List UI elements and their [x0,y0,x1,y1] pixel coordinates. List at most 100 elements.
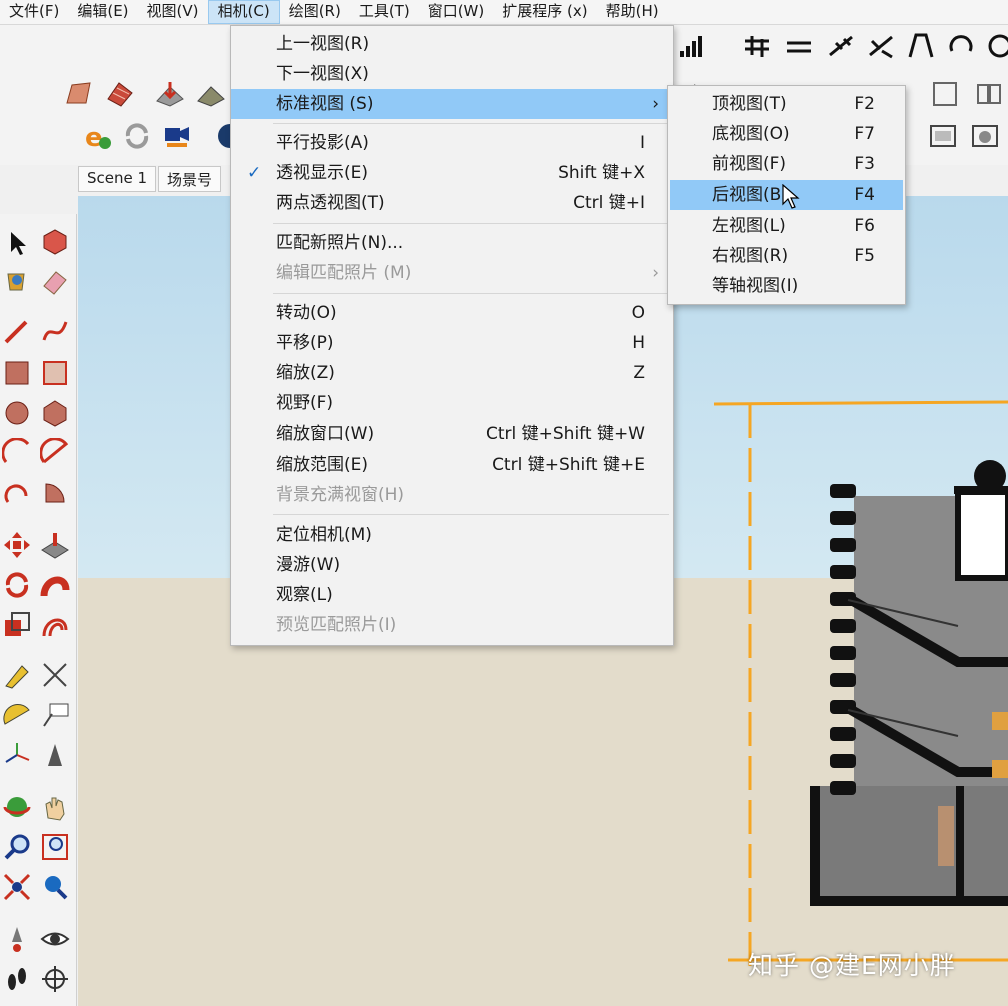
menu-bar: 文件(F) 编辑(E) 视图(V) 相机(C) 绘图(R) 工具(T) 窗口(W… [0,0,1008,25]
menu-edit[interactable]: 编辑(E) [68,0,137,24]
move-icon[interactable] [2,530,32,560]
plugin-tool-5-icon[interactable] [906,31,936,61]
menu-view[interactable]: 视图(V) [138,0,208,24]
menu-camera[interactable]: 相机(C) [207,0,280,24]
menu-item-match-new-photo[interactable]: 匹配新照片(N)... [231,228,673,258]
menu-tools[interactable]: 工具(T) [350,0,419,24]
menu-item-edit-matched-photo: 编辑匹配照片 (M) › [231,258,673,288]
circle-icon[interactable] [2,398,32,428]
menu-item-front-view[interactable]: 前视图(F) F3 [668,149,905,179]
zoom-magnifier-icon[interactable] [2,832,32,862]
plugin-row2-3-icon[interactable] [930,79,960,109]
sandbox-smoove-icon[interactable] [155,79,185,109]
edit-in-web-icon[interactable]: e [82,121,112,153]
offset-icon[interactable] [40,610,70,640]
zoom-window-icon[interactable] [40,832,70,862]
menu-item-top-view[interactable]: 顶视图(T) F2 [668,89,905,119]
three-point-arc-icon[interactable] [2,478,32,508]
push-pull-icon[interactable] [40,530,70,560]
plugin-tool-6-icon[interactable] [946,31,976,61]
menu-draw[interactable]: 绘图(R) [280,0,350,24]
3d-text-icon[interactable] [40,740,70,770]
orbit-icon[interactable] [2,792,32,822]
pie-icon[interactable] [40,478,70,508]
menu-item-preview-matched-photo: 预览匹配照片(I) [276,615,397,635]
submenu-arrow-icon: › [652,94,659,114]
section-display-icon[interactable] [928,121,958,151]
camera-menu: 上一视图(R) 下一视图(X) 标准视图 (S) › 平行投影(A) I ✓ 透… [230,25,674,646]
text-label-icon[interactable] [40,700,70,730]
menu-item-zoom[interactable]: 缩放(Z) Z [231,358,673,388]
menu-item-field-of-view[interactable]: 视野(F) [231,388,673,418]
video-camera-icon[interactable] [162,121,192,151]
checkmark-icon: ✓ [247,163,262,183]
section-plane-icon[interactable] [40,964,70,994]
sandbox-scratch-icon[interactable] [105,79,135,109]
freehand-icon[interactable] [40,316,70,346]
two-point-arc-icon[interactable] [39,437,70,468]
menu-item-iso-view[interactable]: 等轴视图(I) [668,271,905,301]
submenu-arrow-icon: › [652,263,659,283]
menu-item-zoom-extents[interactable]: 缩放范围(E) Ctrl 键+Shift 键+E [231,450,673,480]
menu-file[interactable]: 文件(F) [0,0,68,24]
rectangle-icon[interactable] [2,358,32,388]
component-icon[interactable] [40,226,70,256]
walk-footprints-icon[interactable] [2,964,32,994]
section-fill-icon[interactable] [970,121,1000,151]
plugin-tool-7-icon[interactable] [985,31,1008,61]
menu-window[interactable]: 窗口(W) [419,0,494,24]
plugin-tool-1-icon[interactable] [742,31,772,61]
scene-tab-2[interactable]: 场景号 [158,166,222,192]
menu-item-bottom-view[interactable]: 底视图(O) F7 [668,119,905,149]
plugin-tool-4-icon[interactable] [866,31,896,61]
eraser-icon[interactable] [40,266,70,296]
sandbox-stamp-icon[interactable] [196,79,226,109]
watermark: 知乎 @建E网小胖 [748,951,956,980]
protractor-icon[interactable] [2,700,32,730]
menu-item-parallel-projection[interactable]: 平行投影(A) I [231,128,673,158]
rotate-icon[interactable] [2,570,32,600]
menu-extensions[interactable]: 扩展程序 (x) [493,0,596,24]
rotated-rectangle-icon[interactable] [40,358,70,388]
scale-icon[interactable] [2,610,32,640]
menu-item-two-point-perspective[interactable]: 两点透视图(T) Ctrl 键+I [231,188,673,218]
arc-icon[interactable] [1,437,32,468]
bar-graph-icon[interactable] [676,31,706,61]
scene-tab-1[interactable]: Scene 1 [78,166,157,192]
plugin-tool-3-icon[interactable] [826,31,856,61]
menu-item-orbit[interactable]: 转动(O) O [231,298,673,328]
pan-hand-icon[interactable] [40,792,70,822]
zoom-extents-icon[interactable] [2,872,32,902]
paint-bucket-icon[interactable] [2,266,32,296]
tape-measure-icon[interactable] [2,660,32,690]
sync-icon[interactable] [122,121,152,151]
plugin-row2-4-icon[interactable] [974,79,1004,109]
mouse-cursor-icon [782,184,800,209]
menu-item-pan[interactable]: 平移(P) H [231,328,673,358]
menu-item-walk[interactable]: 漫游(W) [231,550,673,580]
select-arrow-icon[interactable] [2,228,32,258]
axes-icon[interactable] [2,740,32,770]
menu-item-perspective[interactable]: ✓ 透视显示(E) Shift 键+X [231,158,673,188]
left-tool-palette [0,214,77,1006]
menu-item-zoom-window[interactable]: 缩放窗口(W) Ctrl 键+Shift 键+W [231,419,673,449]
menu-help[interactable]: 帮助(H) [597,0,668,24]
menu-item-next-view[interactable]: 下一视图(X) [231,59,673,89]
look-around-eye-icon[interactable] [40,924,70,954]
scene-tabs: Scene 1 场景号 [78,166,223,192]
pencil-line-icon[interactable] [2,316,32,346]
menu-item-position-camera[interactable]: 定位相机(M) [231,520,673,550]
position-camera-icon[interactable] [2,924,32,954]
menu-separator [273,223,669,224]
menu-item-left-view[interactable]: 左视图(L) F6 [668,211,905,241]
plugin-tool-2-icon[interactable] [784,31,814,61]
menu-item-previous-view[interactable]: 上一视图(R) [231,29,673,59]
menu-item-standard-views[interactable]: 标准视图 (S) › [231,89,673,119]
sandbox-contours-icon[interactable] [64,79,94,109]
dimension-icon[interactable] [40,660,70,690]
menu-item-right-view[interactable]: 右视图(R) F5 [668,241,905,271]
previous-view-icon[interactable] [40,872,70,902]
menu-item-look-around[interactable]: 观察(L) [231,580,673,610]
follow-me-icon[interactable] [40,570,70,600]
polygon-icon[interactable] [40,398,70,428]
